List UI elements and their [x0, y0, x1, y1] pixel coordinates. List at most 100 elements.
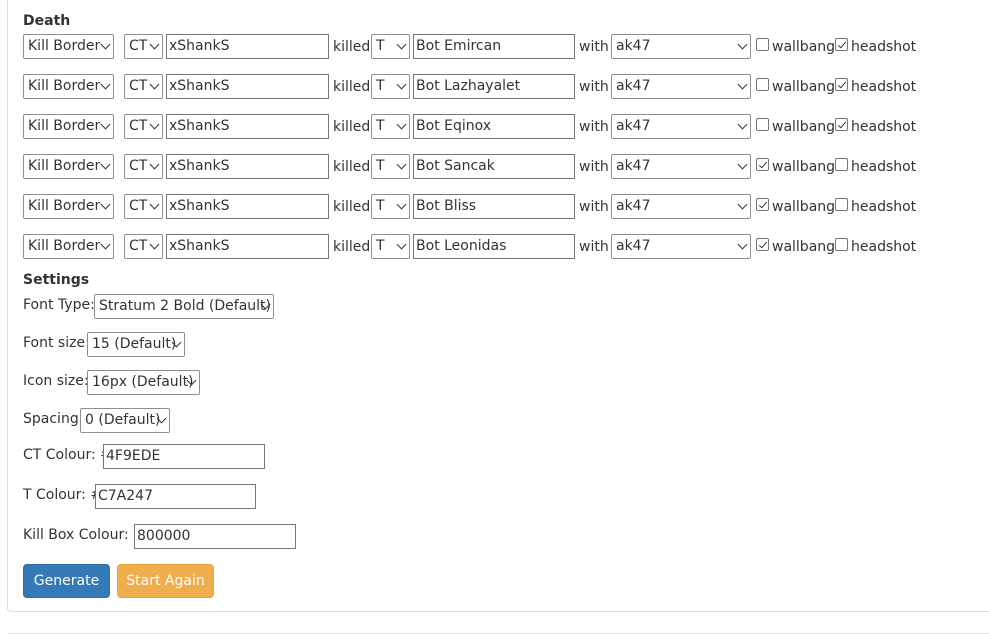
victim-team-select[interactable]: T — [371, 234, 410, 259]
victim-name-input[interactable]: Bot Sancak — [413, 154, 575, 179]
headshot-checkbox[interactable] — [835, 38, 848, 51]
killed-text: killed — [333, 79, 371, 95]
kill-border-select[interactable]: Kill Border — [23, 114, 114, 139]
chevron-down-icon — [737, 119, 748, 130]
chevron-down-icon — [149, 159, 160, 170]
kill-border-select[interactable]: Kill Border — [23, 154, 114, 179]
wallbang-label: wallbang — [772, 239, 836, 255]
victim-team-select[interactable]: T — [371, 34, 410, 59]
wallbang-checkbox[interactable] — [756, 238, 769, 251]
chevron-down-icon — [100, 79, 111, 90]
victim-team-select[interactable]: T — [371, 194, 410, 219]
victim-team-value: T — [376, 158, 385, 174]
headshot-label: headshot — [851, 119, 917, 135]
weapon-select[interactable]: ak47 — [611, 154, 751, 179]
killed-text: killed — [333, 39, 371, 55]
victim-name-input[interactable]: Bot Lazhayalet — [413, 74, 575, 99]
headshot-checkbox[interactable] — [835, 158, 848, 171]
attacker-team-value: CT — [129, 38, 148, 54]
wallbang-checkbox[interactable] — [756, 78, 769, 91]
attacker-name-input[interactable]: xShankS — [166, 194, 329, 219]
headshot-checkbox[interactable] — [835, 198, 848, 211]
with-text: with — [579, 159, 609, 175]
victim-name-input[interactable]: Bot Bliss — [413, 194, 575, 219]
victim-team-value: T — [376, 118, 385, 134]
killed-text: killed — [333, 199, 371, 215]
attacker-name-input[interactable]: xShankS — [166, 154, 329, 179]
kill-border-select[interactable]: Kill Border — [23, 34, 114, 59]
kill-border-value: Kill Border — [28, 38, 101, 54]
start-again-button[interactable]: Start Again — [117, 564, 214, 598]
victim-name-input[interactable]: Bot Leonidas — [413, 234, 575, 259]
chevron-down-icon — [149, 239, 160, 250]
chevron-down-icon — [149, 79, 160, 90]
t-colour-label: T Colour: # — [23, 487, 103, 503]
wallbang-label: wallbang — [772, 119, 836, 135]
attacker-team-select[interactable]: CT — [124, 194, 163, 219]
killed-text: killed — [333, 159, 371, 175]
chevron-down-icon — [737, 159, 748, 170]
chevron-down-icon — [396, 39, 407, 50]
weapon-select[interactable]: ak47 — [611, 114, 751, 139]
action-buttons: Generate Start Again — [23, 564, 323, 598]
ct-colour-input[interactable]: 4F9EDE — [103, 444, 265, 469]
chevron-down-icon — [396, 159, 407, 170]
headshot-checkbox[interactable] — [835, 238, 848, 251]
icon-size-select[interactable]: 16px (Default) — [87, 370, 200, 395]
kill-border-select[interactable]: Kill Border — [23, 74, 114, 99]
generate-button[interactable]: Generate — [23, 564, 110, 598]
headshot-checkbox[interactable] — [835, 118, 848, 131]
wallbang-label: wallbang — [772, 79, 836, 95]
kill-border-select[interactable]: Kill Border — [23, 234, 114, 259]
font-size-select[interactable]: 15 (Default) — [87, 332, 185, 357]
attacker-name-input[interactable]: xShankS — [166, 74, 329, 99]
font-type-label: Font Type: — [23, 297, 95, 313]
victim-team-value: T — [376, 198, 385, 214]
victim-name-input[interactable]: Bot Emircan — [413, 34, 575, 59]
victim-name-input[interactable]: Bot Eqinox — [413, 114, 575, 139]
kill-border-value: Kill Border — [28, 158, 101, 174]
headshot-checkbox[interactable] — [835, 78, 848, 91]
weapon-select[interactable]: ak47 — [611, 74, 751, 99]
victim-team-select[interactable]: T — [371, 74, 410, 99]
ct-colour-label: CT Colour: # — [23, 447, 112, 463]
wallbang-checkbox[interactable] — [756, 158, 769, 171]
kill-box-colour-input[interactable]: 800000 — [134, 524, 296, 549]
victim-team-value: T — [376, 238, 385, 254]
footer-divider — [7, 633, 989, 634]
death-notice-row: Kill Border CT xShankS killed T Bot Bliss with… — [23, 194, 983, 219]
victim-team-select[interactable]: T — [371, 154, 410, 179]
wallbang-checkbox[interactable] — [756, 118, 769, 131]
attacker-name-input[interactable]: xShankS — [166, 34, 329, 59]
weapon-select[interactable]: ak47 — [611, 234, 751, 259]
chevron-down-icon — [100, 239, 111, 250]
chevron-down-icon — [396, 239, 407, 250]
attacker-team-select[interactable]: CT — [124, 154, 163, 179]
headshot-label: headshot — [851, 199, 917, 215]
kill-border-select[interactable]: Kill Border — [23, 194, 114, 219]
wallbang-checkbox[interactable] — [756, 198, 769, 211]
attacker-name-input[interactable]: xShankS — [166, 234, 329, 259]
font-type-select[interactable]: Stratum 2 Bold (Default) — [94, 294, 274, 319]
font-size-label: Font size: — [23, 335, 90, 351]
weapon-value: ak47 — [616, 78, 651, 94]
attacker-team-select[interactable]: CT — [124, 114, 163, 139]
settings-heading: Settings — [23, 272, 90, 288]
chevron-down-icon — [737, 39, 748, 50]
attacker-name-input[interactable]: xShankS — [166, 114, 329, 139]
victim-team-select[interactable]: T — [371, 114, 410, 139]
t-colour-input[interactable]: C7A247 — [95, 484, 256, 509]
wallbang-checkbox[interactable] — [756, 38, 769, 51]
chevron-down-icon — [100, 199, 111, 210]
death-notice-row: Kill Border CT xShankS killed T Bot Sancak wit… — [23, 154, 983, 179]
weapon-select[interactable]: ak47 — [611, 34, 751, 59]
attacker-team-select[interactable]: CT — [124, 74, 163, 99]
spacing-select[interactable]: 0 (Default) — [80, 408, 170, 433]
headshot-label: headshot — [851, 239, 917, 255]
attacker-team-select[interactable]: CT — [124, 34, 163, 59]
attacker-team-value: CT — [129, 118, 148, 134]
weapon-select[interactable]: ak47 — [611, 194, 751, 219]
kill-border-value: Kill Border — [28, 198, 101, 214]
attacker-team-select[interactable]: CT — [124, 234, 163, 259]
spacing-label: Spacing: — [23, 411, 84, 427]
